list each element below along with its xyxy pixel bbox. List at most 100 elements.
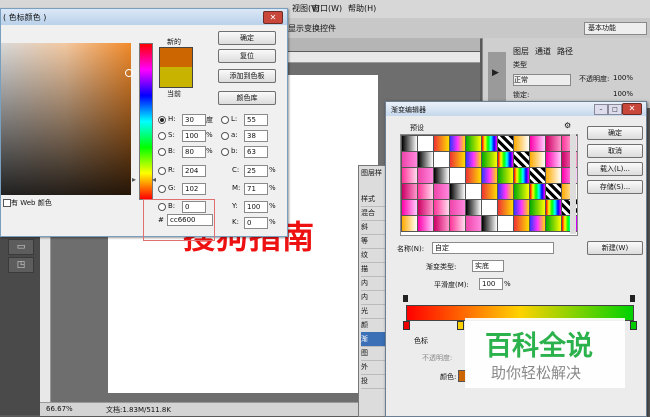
radio-a[interactable]	[221, 132, 229, 140]
gradient-preset-swatch[interactable]	[465, 167, 482, 184]
l-field[interactable]: 55	[244, 114, 268, 126]
gradient-preset-swatch[interactable]	[529, 135, 546, 152]
gradient-preset-swatch[interactable]	[529, 151, 546, 168]
gradient-preset-swatch[interactable]	[545, 167, 562, 184]
close-icon[interactable]: ✕	[622, 103, 642, 115]
minimize-icon[interactable]: –	[594, 104, 608, 115]
radio-r[interactable]	[158, 167, 166, 175]
radio-s[interactable]	[158, 132, 166, 140]
m-field[interactable]: 71	[244, 183, 268, 195]
gradient-preset-swatch[interactable]	[417, 135, 434, 152]
gradient-preset-swatch[interactable]	[401, 183, 418, 200]
zoom-level[interactable]: 66.67%	[46, 405, 73, 413]
gradient-preset-swatch[interactable]	[401, 135, 418, 152]
gradient-preset-swatch[interactable]	[465, 135, 482, 152]
gradient-preset-swatch[interactable]	[545, 135, 562, 152]
hue-slider-arrow-left[interactable]: ▸	[132, 175, 136, 184]
gradient-preset-swatch[interactable]	[529, 183, 546, 200]
gradient-preset-swatch[interactable]	[401, 167, 418, 184]
s-field[interactable]: 100	[182, 130, 206, 142]
kind-filter[interactable]: 类型	[513, 60, 527, 70]
gradient-preset-swatch[interactable]	[449, 183, 466, 200]
workspace-select[interactable]: 基本功能	[584, 22, 647, 35]
fill-value[interactable]: 100%	[613, 90, 633, 98]
gradient-preset-swatch[interactable]	[481, 151, 498, 168]
gradient-preset-swatch[interactable]	[513, 183, 530, 200]
gradient-preset-swatch[interactable]	[465, 199, 482, 216]
gradient-preset-swatch[interactable]	[545, 215, 562, 232]
brightness-field[interactable]: 80	[182, 146, 206, 158]
save-button[interactable]: 存储(S)...	[587, 180, 643, 194]
gradient-preset-swatch[interactable]	[513, 151, 530, 168]
gradient-preset-swatch[interactable]	[417, 183, 434, 200]
gradient-preset-swatch[interactable]	[497, 151, 514, 168]
gradient-preset-swatch[interactable]	[497, 199, 514, 216]
close-icon[interactable]: ✕	[263, 11, 283, 24]
color-stop-right[interactable]	[630, 321, 637, 330]
gradient-preset-swatch[interactable]	[481, 167, 498, 184]
opacity-stop-right[interactable]	[630, 295, 635, 302]
color-stop-left[interactable]	[403, 321, 410, 330]
gradient-preset-swatch[interactable]	[481, 199, 498, 216]
opacity-stop-left[interactable]	[403, 295, 408, 302]
gradient-preset-swatch[interactable]	[449, 167, 466, 184]
tool-button-1[interactable]: ▭	[8, 239, 34, 255]
gradient-preset-swatch[interactable]	[513, 167, 530, 184]
gradient-preset-swatch[interactable]	[433, 135, 450, 152]
gradient-preset-swatch[interactable]	[449, 215, 466, 232]
color-libraries-button[interactable]: 颜色库	[218, 91, 276, 105]
c-field[interactable]: 25	[244, 165, 268, 177]
gradient-preset-swatch[interactable]	[529, 215, 546, 232]
tab-channels[interactable]: 通道	[535, 46, 551, 57]
a-field[interactable]: 38	[244, 130, 268, 142]
radio-brightness[interactable]	[158, 148, 166, 156]
show-transform-label[interactable]: 显示变换控件	[288, 23, 336, 34]
web-only-checkbox[interactable]	[3, 199, 11, 207]
color-field[interactable]	[1, 43, 131, 195]
gradient-preset-swatch[interactable]	[417, 215, 434, 232]
tab-layers[interactable]: 图层	[513, 46, 529, 57]
new-gradient-button[interactable]: 新建(W)	[587, 241, 643, 255]
r-field[interactable]: 204	[182, 165, 206, 177]
gradient-preset-swatch[interactable]	[481, 183, 498, 200]
ok-button[interactable]: 确定	[218, 31, 276, 45]
h-field[interactable]: 30	[182, 114, 206, 126]
gradient-preset-swatch[interactable]	[545, 183, 562, 200]
gradient-preset-swatch[interactable]	[481, 215, 498, 232]
gradient-preset-swatch[interactable]	[497, 183, 514, 200]
lab-b-field[interactable]: 63	[244, 146, 268, 158]
gradient-preset-swatch[interactable]	[465, 215, 482, 232]
maximize-icon[interactable]: □	[608, 104, 622, 115]
cancel-button[interactable]: 取消	[587, 144, 643, 158]
gradient-preset-swatch[interactable]	[449, 199, 466, 216]
gradient-preset-swatch[interactable]	[529, 199, 546, 216]
smoothness-field[interactable]: 100	[479, 278, 503, 290]
gradient-preset-swatch[interactable]	[449, 135, 466, 152]
blend-mode-select[interactable]: 正常	[513, 74, 571, 86]
gradient-preset-swatch[interactable]	[481, 135, 498, 152]
hue-slider[interactable]	[139, 43, 153, 200]
gradient-preset-swatch[interactable]	[497, 167, 514, 184]
gradient-preset-swatch[interactable]	[545, 151, 562, 168]
g-field[interactable]: 102	[182, 183, 206, 195]
gradient-preset-swatch[interactable]	[433, 167, 450, 184]
tool-button-2[interactable]: ◳	[8, 257, 34, 273]
gradient-preset-swatch[interactable]	[497, 215, 514, 232]
gradient-preset-swatch[interactable]	[433, 215, 450, 232]
gradient-preset-swatch[interactable]	[433, 199, 450, 216]
gradient-preset-swatch[interactable]	[401, 151, 418, 168]
color-field-marker[interactable]	[125, 69, 133, 77]
menu-help[interactable]: 帮助(H)	[348, 3, 376, 14]
tab-paths[interactable]: 路径	[557, 46, 573, 57]
gradient-preset-swatch[interactable]	[433, 183, 450, 200]
hue-slider-arrow-right[interactable]: ◂	[152, 175, 156, 184]
reset-button[interactable]: 复位	[218, 49, 276, 63]
menu-window[interactable]: 窗口(W)	[312, 3, 342, 14]
radio-g[interactable]	[158, 185, 166, 193]
load-button[interactable]: 载入(L)...	[587, 162, 643, 176]
gradient-preset-swatch[interactable]	[465, 183, 482, 200]
radio-l[interactable]	[221, 116, 229, 124]
gradient-preset-swatch[interactable]	[401, 199, 418, 216]
gradient-preset-swatch[interactable]	[449, 151, 466, 168]
add-to-swatches-button[interactable]: 添加到色板	[218, 69, 276, 83]
